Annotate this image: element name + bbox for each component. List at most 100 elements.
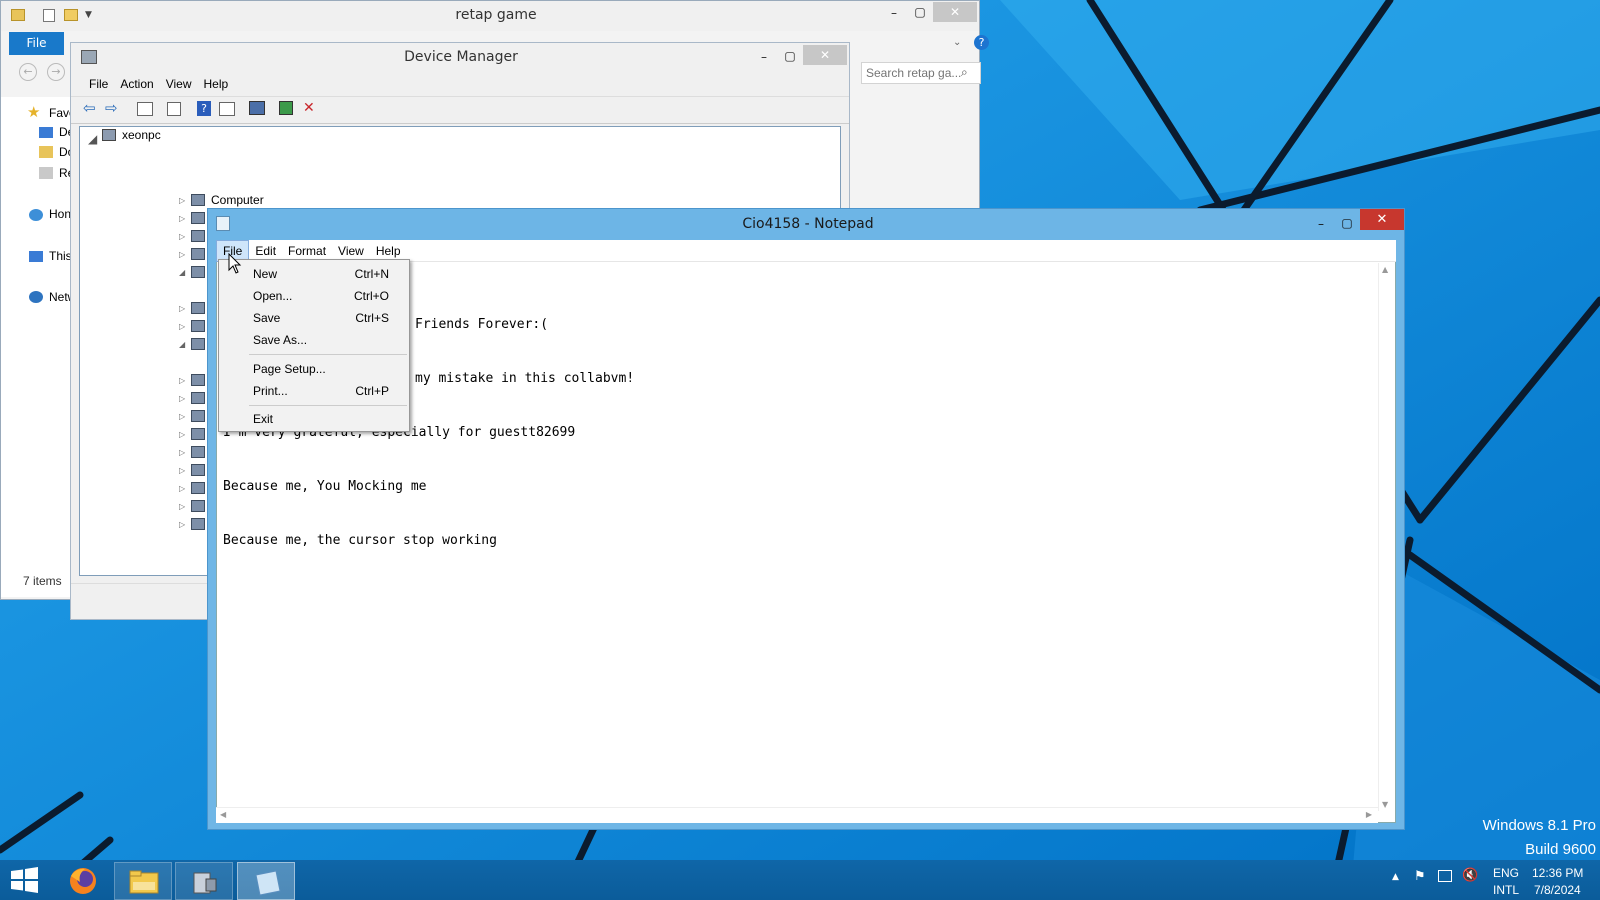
menu-item-print[interactable]: Print... Ctrl+P bbox=[219, 380, 409, 402]
taskbar-firefox-button[interactable] bbox=[58, 862, 108, 900]
scroll-right-icon[interactable]: ▶ bbox=[1366, 810, 1372, 819]
menu-item-page-setup[interactable]: Page Setup... bbox=[219, 358, 409, 380]
dm-forward-icon[interactable]: ⇨ bbox=[105, 99, 118, 117]
properties-icon[interactable] bbox=[167, 102, 181, 116]
device-manager-close-button[interactable]: ✕ bbox=[803, 45, 847, 65]
vertical-scrollbar[interactable]: ▲ ▼ bbox=[1378, 263, 1395, 811]
file-explorer-icon bbox=[129, 870, 159, 894]
input-language-secondary[interactable]: INTL bbox=[1493, 883, 1519, 897]
dm-menu-help[interactable]: Help bbox=[198, 73, 235, 95]
device-manager-menubar: File Action View Help bbox=[83, 73, 234, 95]
tree-expander[interactable]: ▷ bbox=[179, 376, 185, 385]
taskbar-device-manager-button[interactable] bbox=[175, 862, 233, 900]
forward-button[interactable]: → bbox=[47, 63, 65, 81]
update-driver-icon[interactable] bbox=[279, 101, 293, 115]
show-hide-console-tree-icon[interactable] bbox=[137, 102, 153, 116]
network-icon bbox=[29, 291, 43, 303]
dm-menu-view[interactable]: View bbox=[160, 73, 198, 95]
device-manager-minimize-button[interactable]: – bbox=[751, 47, 777, 67]
nav-item-homegroup[interactable]: Hon bbox=[49, 207, 71, 221]
help-topics-icon[interactable]: ? bbox=[197, 101, 211, 116]
scroll-down-icon[interactable]: ▼ bbox=[1382, 800, 1388, 809]
menu-separator bbox=[249, 405, 407, 406]
tree-expander[interactable]: ▷ bbox=[179, 394, 185, 403]
start-button[interactable] bbox=[0, 860, 50, 900]
notepad-maximize-button[interactable]: ▢ bbox=[1334, 214, 1360, 234]
notepad-line-5[interactable]: Because me, the cursor stop working bbox=[223, 533, 497, 548]
taskbar-notepad-button[interactable] bbox=[237, 862, 295, 900]
tree-expander[interactable]: ◢ bbox=[179, 340, 185, 349]
tree-expander[interactable]: ▷ bbox=[179, 448, 185, 457]
tree-expander[interactable]: ▷ bbox=[179, 520, 185, 529]
tree-expander[interactable]: ▷ bbox=[179, 214, 185, 223]
volume-muted-icon[interactable]: 🔇 bbox=[1462, 868, 1478, 883]
show-hidden-icons-icon[interactable]: ▲ bbox=[1392, 872, 1399, 882]
clock-time[interactable]: 12:36 PM bbox=[1532, 866, 1583, 880]
tree-expander[interactable]: ▷ bbox=[179, 250, 185, 259]
notepad-minimize-button[interactable]: – bbox=[1308, 214, 1334, 234]
notepad-line-1[interactable]: Friends Forever:( bbox=[415, 317, 548, 332]
scroll-up-icon[interactable]: ▲ bbox=[1382, 265, 1388, 274]
device-category-icon bbox=[191, 374, 205, 386]
back-button[interactable]: ← bbox=[19, 63, 37, 81]
menu-item-open[interactable]: Open... Ctrl+O bbox=[219, 285, 409, 307]
explorer-status-text: 7 items bbox=[23, 574, 62, 588]
device-category-icon bbox=[191, 392, 205, 404]
device-category-icon bbox=[191, 446, 205, 458]
dm-back-icon[interactable]: ⇦ bbox=[83, 99, 96, 117]
help-icon[interactable]: ? bbox=[974, 35, 989, 50]
tree-expander[interactable]: ▷ bbox=[179, 466, 185, 475]
horizontal-scrollbar[interactable]: ◀ ▶ bbox=[216, 807, 1378, 823]
dm-menu-action[interactable]: Action bbox=[114, 73, 159, 95]
device-manager-app-icon bbox=[81, 50, 97, 64]
properties-icon[interactable] bbox=[43, 9, 55, 22]
scan-hardware-icon[interactable] bbox=[249, 101, 265, 115]
input-language-primary[interactable]: ENG bbox=[1493, 866, 1519, 880]
network-tray-icon[interactable] bbox=[1438, 870, 1452, 882]
tree-expander[interactable]: ◢ bbox=[179, 268, 185, 277]
dm-menu-file[interactable]: File bbox=[83, 73, 114, 95]
menu-item-exit[interactable]: Exit bbox=[219, 408, 409, 430]
nav-item-this-pc[interactable]: This bbox=[49, 249, 72, 263]
qat-dropdown-icon[interactable]: ▼ bbox=[85, 10, 92, 20]
tree-expander-root[interactable]: ◢ bbox=[88, 132, 97, 146]
explorer-file-tab[interactable]: File bbox=[9, 32, 64, 55]
menu-item-save[interactable]: Save Ctrl+S bbox=[219, 307, 409, 329]
tree-expander[interactable]: ▷ bbox=[179, 304, 185, 313]
tree-expander[interactable]: ▷ bbox=[179, 484, 185, 493]
menu-separator bbox=[249, 354, 407, 355]
tree-item-root[interactable]: xeonpc bbox=[122, 128, 161, 142]
device-category-icon bbox=[191, 482, 205, 494]
search-icon[interactable]: ⌕ bbox=[961, 65, 968, 80]
device-manager-title: Device Manager bbox=[404, 49, 518, 65]
tree-category-item[interactable]: Computer bbox=[211, 193, 264, 207]
uninstall-device-icon[interactable]: ✕ bbox=[303, 100, 315, 116]
scroll-left-icon[interactable]: ◀ bbox=[220, 810, 226, 819]
explorer-maximize-button[interactable]: ▢ bbox=[907, 3, 933, 23]
device-manager-maximize-button[interactable]: ▢ bbox=[777, 47, 803, 67]
desktop-icon bbox=[39, 127, 53, 138]
new-folder-icon[interactable] bbox=[64, 9, 78, 21]
notepad-line-2[interactable]: my mistake in this collabvm! bbox=[415, 371, 634, 386]
tree-expander[interactable]: ▷ bbox=[179, 412, 185, 421]
tree-expander[interactable]: ▷ bbox=[179, 430, 185, 439]
menu-item-page-setup-label: Page Setup... bbox=[253, 362, 326, 376]
device-category-icon bbox=[191, 500, 205, 512]
tree-expander[interactable]: ▷ bbox=[179, 232, 185, 241]
menu-item-new[interactable]: New Ctrl+N bbox=[219, 263, 409, 285]
tree-expander[interactable]: ▷ bbox=[179, 196, 185, 205]
explorer-close-button[interactable]: ✕ bbox=[933, 2, 977, 22]
taskbar-explorer-button[interactable] bbox=[114, 862, 172, 900]
notepad-close-button[interactable]: ✕ bbox=[1360, 209, 1404, 230]
device-category-icon bbox=[191, 320, 205, 332]
tree-expander[interactable]: ▷ bbox=[179, 502, 185, 511]
view-icon[interactable] bbox=[219, 102, 235, 116]
tree-expander[interactable]: ▷ bbox=[179, 322, 185, 331]
ribbon-expand-icon[interactable]: ⌄ bbox=[953, 37, 961, 48]
explorer-minimize-button[interactable]: – bbox=[881, 3, 907, 23]
menu-item-save-as[interactable]: Save As... bbox=[219, 329, 409, 351]
clock-date[interactable]: 7/8/2024 bbox=[1534, 883, 1581, 897]
action-center-flag-icon[interactable]: ⚑ bbox=[1414, 869, 1426, 884]
notepad-line-4[interactable]: Because me, You Mocking me bbox=[223, 479, 427, 494]
recent-icon bbox=[39, 167, 53, 179]
